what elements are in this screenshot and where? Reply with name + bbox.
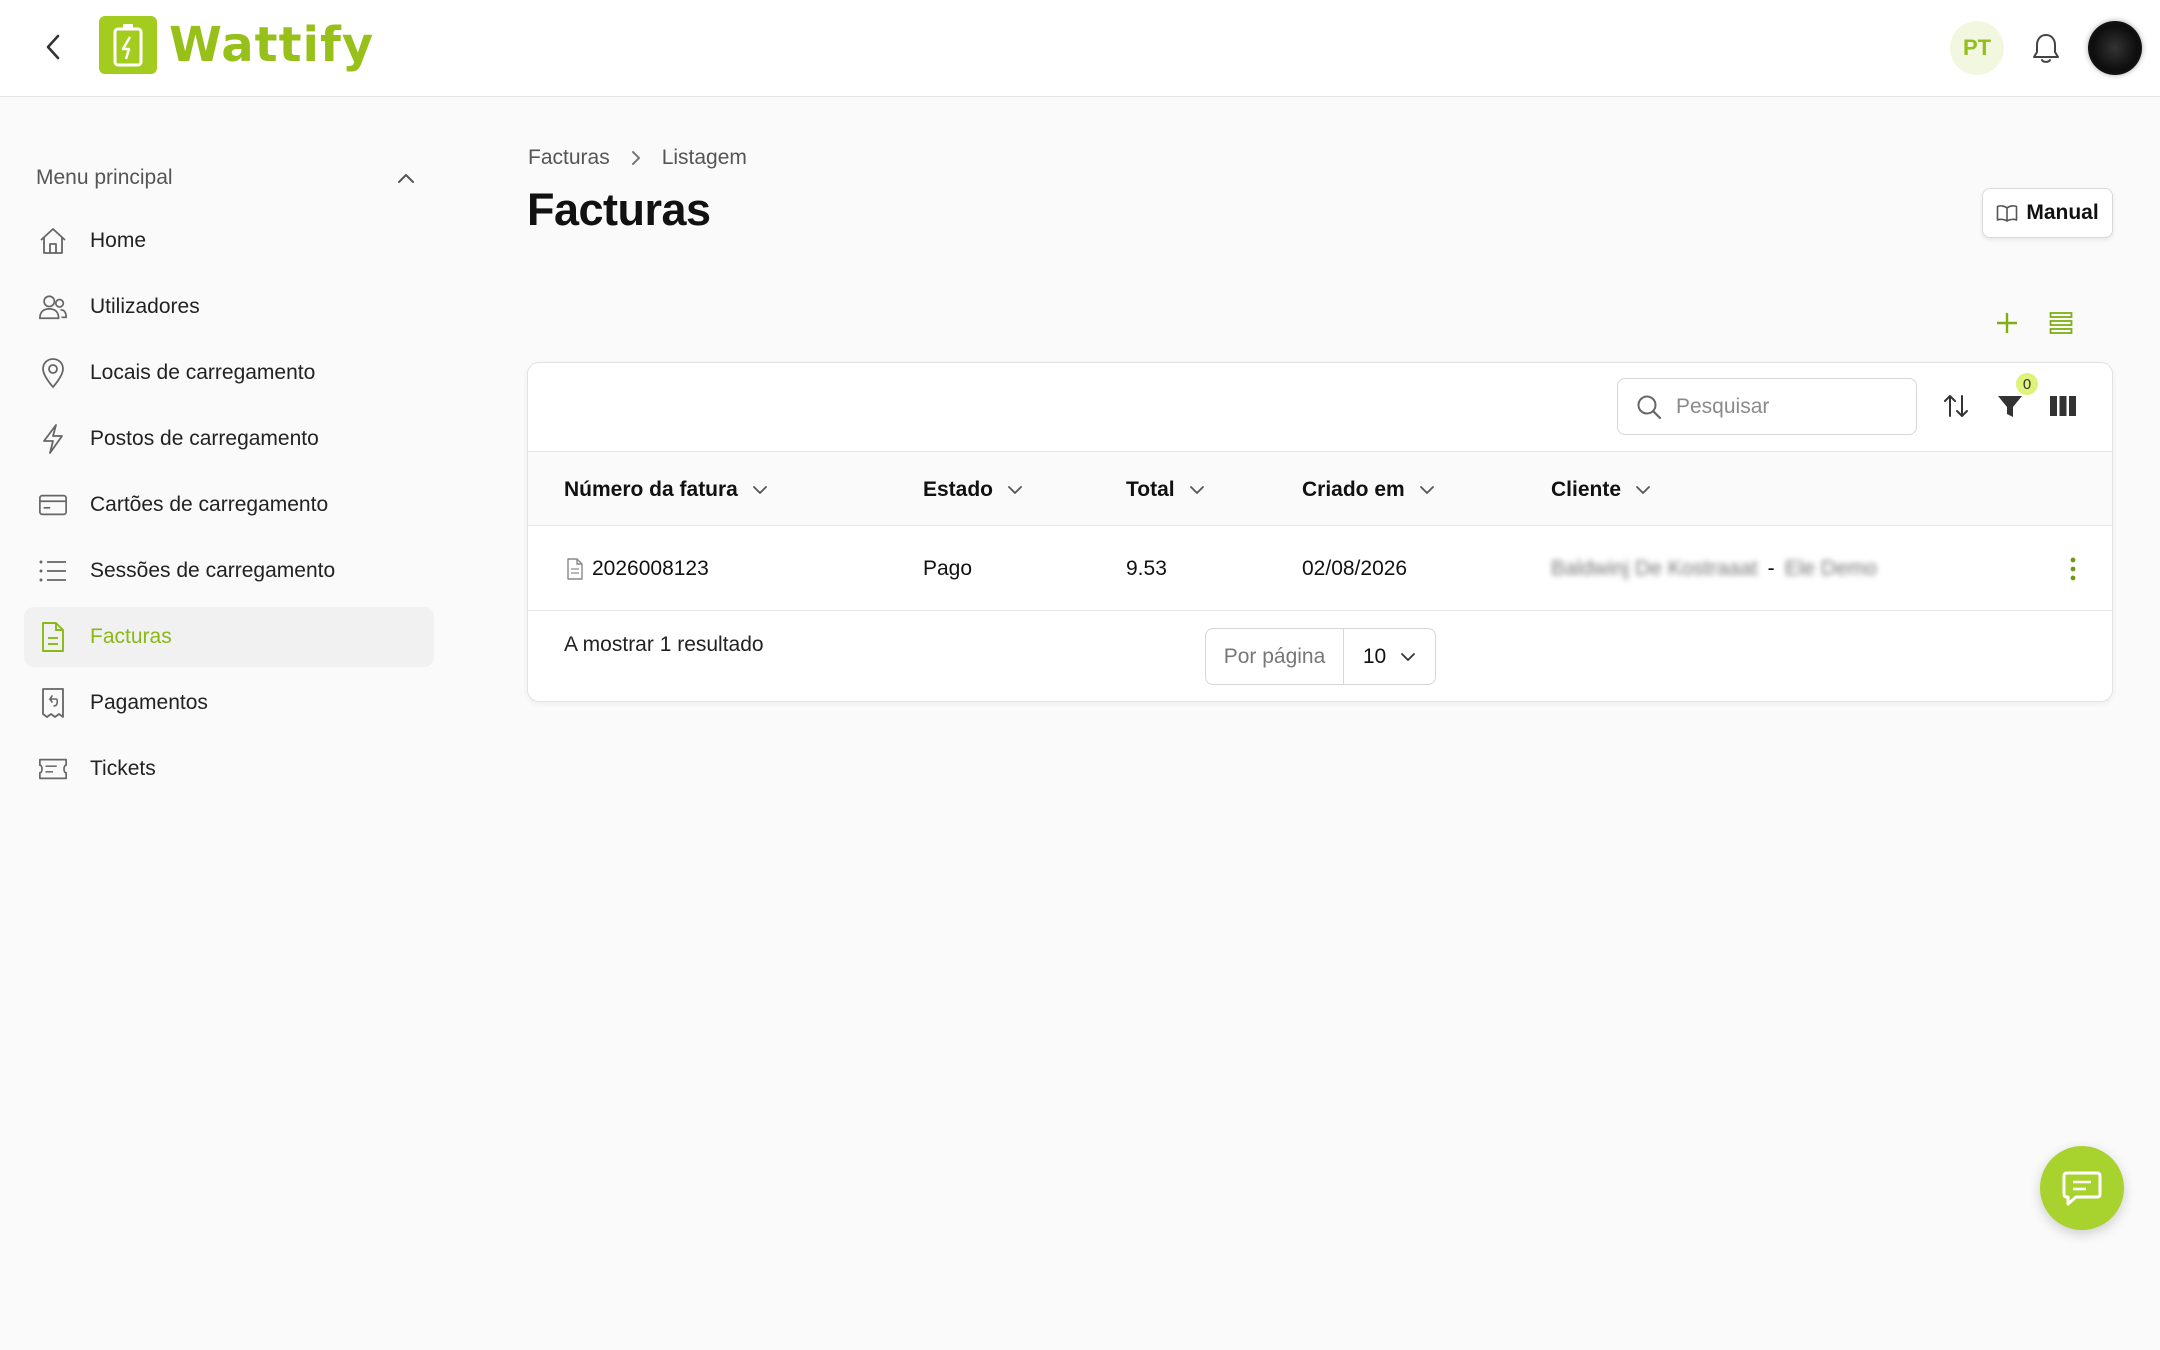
sidebar-item-facturas[interactable]: Facturas (24, 607, 434, 667)
column-header-label: Estado (923, 477, 994, 501)
chevron-left-icon (46, 34, 60, 60)
chevron-down-icon (1189, 485, 1204, 494)
sidebar-item-label: Utilizadores (90, 295, 200, 318)
sidebar-item-postos[interactable]: Postos de carregamento (24, 409, 434, 469)
credit-card-icon (38, 490, 68, 520)
column-header-label: Total (1126, 477, 1175, 501)
cell-invoice-number[interactable]: 2026008123 (566, 526, 709, 611)
menu-section-header[interactable]: Menu principal (36, 162, 416, 194)
search-box[interactable] (1617, 378, 1917, 435)
sidebar-item-label: Cartões de carregamento (90, 493, 329, 516)
filter-count-badge: 0 (2016, 373, 2038, 395)
plus-icon (1997, 313, 2017, 333)
notifications-button[interactable] (2028, 30, 2064, 66)
cell-client[interactable]: Baldwinj De Kostraaat - Ele Demo (1551, 526, 1877, 611)
column-header-label: Cliente (1551, 477, 1622, 501)
breadcrumb: Facturas Listagem (528, 146, 747, 170)
sidebar-item-sessoes[interactable]: Sessões de carregamento (24, 541, 434, 601)
sidebar-item-label: Pagamentos (90, 691, 208, 714)
ticket-icon (38, 754, 68, 784)
user-avatar[interactable] (2088, 21, 2142, 75)
chevron-down-icon (1419, 485, 1434, 494)
receipt-icon (38, 688, 68, 718)
chevron-down-icon (1636, 485, 1650, 494)
sidebar-item-label: Tickets (90, 757, 156, 780)
filter-icon (1998, 396, 2022, 417)
page-title: Facturas (527, 184, 711, 235)
results-count: A mostrar 1 resultado (564, 633, 764, 656)
app-logo[interactable]: Wattify (99, 15, 374, 75)
back-button[interactable] (36, 30, 70, 64)
table-row[interactable]: 2026008123 Pago 9.53 02/08/2026 Baldwinj… (528, 526, 2112, 611)
column-header-label: Número da fatura (564, 477, 738, 501)
language-selector[interactable]: PT (1950, 21, 2004, 75)
cell-created-at: 02/08/2026 (1302, 556, 1408, 580)
per-page-value: 10 (1362, 644, 1387, 668)
sidebar-item-cartoes[interactable]: Cartões de carregamento (24, 475, 434, 535)
cell-total: 9.53 (1126, 556, 1167, 580)
chevron-right-icon (631, 151, 640, 165)
column-header-cliente[interactable]: Cliente (1551, 452, 1651, 527)
logo-text: Wattify (169, 17, 375, 73)
client-separator: - (1767, 556, 1775, 580)
invoice-number: 2026008123 (592, 556, 709, 580)
sidebar-item-label: Locais de carregamento (90, 361, 316, 384)
density-toggle-button[interactable] (2046, 308, 2076, 338)
sidebar-item-label: Postos de carregamento (90, 427, 319, 450)
manual-button[interactable]: Manual (1982, 188, 2113, 238)
invoices-table-card: 0 Número da fatura Estado Total Criado e… (527, 362, 2113, 702)
breadcrumb-current: Listagem (661, 146, 747, 169)
sidebar-item-label: Sessões de carregamento (90, 559, 336, 582)
sidebar-item-pagamentos[interactable]: Pagamentos (24, 673, 434, 733)
home-icon (38, 226, 68, 256)
battery-logo-icon (99, 16, 157, 74)
search-input[interactable] (1676, 394, 1896, 419)
columns-button[interactable] (2046, 389, 2080, 423)
per-page-select[interactable]: 10 (1344, 629, 1435, 684)
breadcrumb-link-facturas[interactable]: Facturas (528, 146, 610, 170)
cell-status: Pago (923, 556, 973, 580)
sidebar-item-locais[interactable]: Locais de carregamento (24, 343, 434, 403)
sort-button[interactable] (1939, 389, 1973, 423)
bell-icon (2033, 34, 2059, 63)
document-icon (38, 622, 68, 652)
chevron-up-icon (398, 174, 414, 183)
sidebar-item-utilizadores[interactable]: Utilizadores (24, 277, 434, 337)
chat-bubble-icon (2062, 1171, 2102, 1206)
list-icon (38, 556, 68, 586)
table-header: Número da fatura Estado Total Criado em … (528, 451, 2112, 526)
chat-button[interactable] (2040, 1146, 2124, 1230)
menu-section-title: Menu principal (36, 166, 173, 189)
sidebar-item-label: Home (90, 229, 147, 252)
client-name: Baldwinj De Kostraaat (1551, 556, 1758, 580)
chevron-down-icon (1008, 485, 1022, 494)
add-invoice-button[interactable] (1992, 308, 2022, 338)
client-organization: Ele Demo (1784, 556, 1877, 580)
per-page-label: Por página (1206, 629, 1344, 684)
column-header-total[interactable]: Total (1126, 452, 1205, 527)
chevron-down-icon (1401, 652, 1416, 661)
columns-icon (2050, 396, 2076, 416)
rows-icon (2049, 312, 2073, 334)
sidebar-item-home[interactable]: Home (24, 211, 434, 271)
map-pin-icon (38, 358, 68, 389)
per-page-control: Por página 10 (1205, 628, 1436, 685)
column-header-criado[interactable]: Criado em (1302, 452, 1435, 527)
sort-arrows-icon (1944, 395, 1968, 417)
chevron-down-icon (752, 485, 767, 494)
manual-button-label: Manual (2026, 201, 2099, 224)
sidebar-item-tickets[interactable]: Tickets (24, 739, 434, 799)
column-header-estado[interactable]: Estado (923, 452, 1023, 527)
column-header-numero[interactable]: Número da fatura (564, 452, 768, 527)
file-icon (567, 557, 583, 580)
top-bar: Wattify PT (0, 0, 2160, 97)
book-icon (1997, 205, 2018, 222)
more-vertical-icon (2070, 557, 2076, 581)
sidebar-item-label: Facturas (90, 625, 172, 648)
column-header-label: Criado em (1302, 477, 1405, 501)
bolt-icon (38, 424, 68, 454)
row-actions-button[interactable] (2058, 554, 2088, 584)
search-icon (1637, 395, 1662, 419)
users-icon (38, 292, 68, 322)
